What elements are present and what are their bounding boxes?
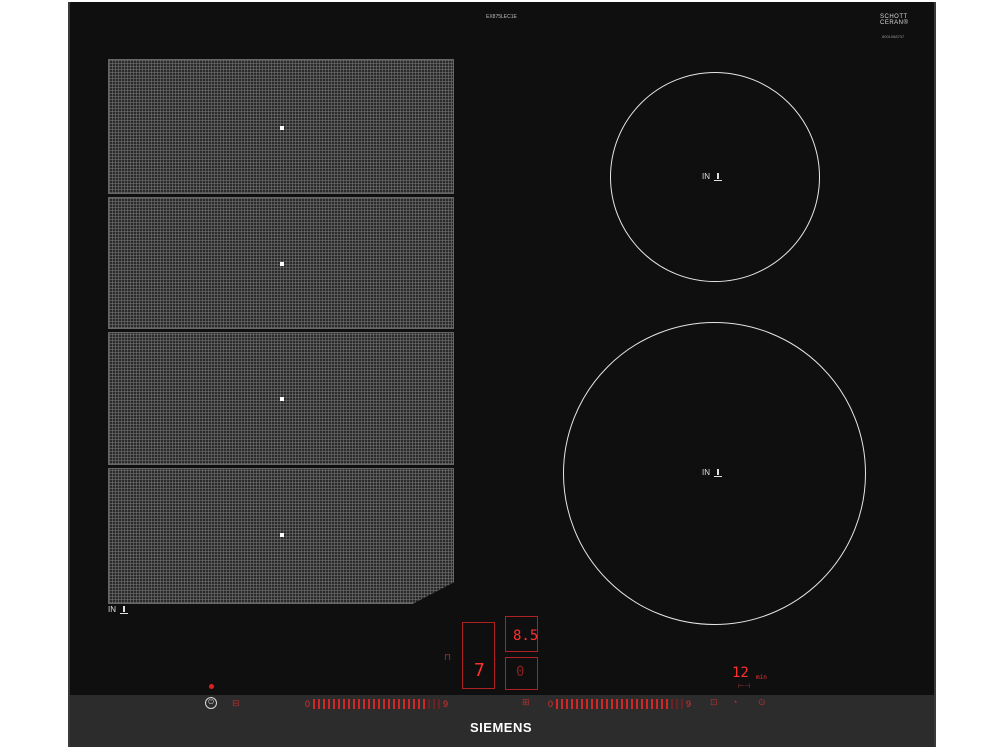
slider-segment[interactable] <box>681 699 684 709</box>
timer-icon[interactable]: ⊢⊣ <box>738 682 750 690</box>
flex-mode-icon[interactable]: ⊞ <box>522 697 530 708</box>
slider-segment[interactable] <box>671 699 674 709</box>
slider-max-label: 9 <box>443 699 449 709</box>
in-text: IN <box>702 468 710 477</box>
brand-logo: SIEMENS <box>470 720 533 735</box>
slider-segment[interactable] <box>641 699 644 709</box>
slider-segment[interactable] <box>313 699 316 709</box>
slider-segment[interactable] <box>328 699 331 709</box>
badge-serial: 8001068737 <box>882 34 905 39</box>
right-power-slider[interactable]: 0 9 <box>548 699 691 709</box>
slider-segment[interactable] <box>591 699 594 709</box>
zone-marker <box>280 533 284 537</box>
zone-marker <box>280 262 284 266</box>
boost-value: 8.5 <box>513 628 539 644</box>
slider-segment[interactable] <box>333 699 336 709</box>
slider-segment[interactable] <box>626 699 629 709</box>
settings-icon[interactable]: ⊟ <box>232 698 240 709</box>
slider-segment[interactable] <box>358 699 361 709</box>
slider-max-label: 9 <box>686 699 692 709</box>
zone-marker <box>280 397 284 401</box>
timer-value: 12 <box>732 665 749 681</box>
left-power-slider[interactable]: 0 9 <box>305 699 448 709</box>
slider-segment[interactable] <box>651 699 654 709</box>
slider-segment[interactable] <box>596 699 599 709</box>
slider-segment[interactable] <box>571 699 574 709</box>
slider-min-label: 0 <box>548 699 554 709</box>
zone-marker <box>280 126 284 130</box>
pan-icon <box>120 605 128 614</box>
slider-segment[interactable] <box>423 699 426 709</box>
slider-segment[interactable] <box>428 699 431 709</box>
power-level-value: 7 <box>474 660 485 681</box>
slider-segment[interactable] <box>556 699 559 709</box>
in-text: IN <box>108 605 116 614</box>
slider-segment[interactable] <box>611 699 614 709</box>
slider-segment[interactable] <box>666 699 669 709</box>
flex-zone-4 <box>108 468 454 604</box>
slider-segment[interactable] <box>606 699 609 709</box>
round-zone-small-label: IN <box>702 172 722 181</box>
slider-segment[interactable] <box>566 699 569 709</box>
pan-icon <box>714 468 722 477</box>
slider-segment[interactable] <box>621 699 624 709</box>
flex-zone-3 <box>108 332 454 465</box>
slider-segment[interactable] <box>576 699 579 709</box>
flex-zone-2 <box>108 197 454 329</box>
round-zone-large-label: IN <box>702 468 722 477</box>
cooking-sensor-icon[interactable]: ⊡ <box>710 697 718 708</box>
slider-segment[interactable] <box>353 699 356 709</box>
slider-segment[interactable] <box>343 699 346 709</box>
slider-segment[interactable] <box>561 699 564 709</box>
slider-segment[interactable] <box>656 699 659 709</box>
model-number: EX875LEC1E <box>486 14 517 20</box>
schott-ceran-badge: SCHOTT CERAN® <box>880 14 908 26</box>
power-icon: ⏻ <box>208 699 214 706</box>
slider-segment[interactable] <box>418 699 421 709</box>
slider-segment[interactable] <box>383 699 386 709</box>
boost-button-icon[interactable]: ⊙ <box>758 697 766 708</box>
slider-segment[interactable] <box>398 699 401 709</box>
lock-icon[interactable]: ⊓ <box>444 652 451 663</box>
slider-segment[interactable] <box>631 699 634 709</box>
slider-segment[interactable] <box>601 699 604 709</box>
slider-segment[interactable] <box>636 699 639 709</box>
in-text: IN <box>702 172 710 181</box>
slider-segment[interactable] <box>363 699 366 709</box>
slider-segment[interactable] <box>323 699 326 709</box>
secondary-level-value: 0 <box>516 664 525 680</box>
slider-segment[interactable] <box>581 699 584 709</box>
badge-line2: CERAN® <box>880 20 909 26</box>
slider-segment[interactable] <box>403 699 406 709</box>
slider-segment[interactable] <box>338 699 341 709</box>
slider-segment[interactable] <box>318 699 321 709</box>
slider-segment[interactable] <box>388 699 391 709</box>
slider-segment[interactable] <box>368 699 371 709</box>
slider-segment[interactable] <box>646 699 649 709</box>
slider-segment[interactable] <box>378 699 381 709</box>
flex-zone-induction-label: IN <box>108 605 128 614</box>
slider-segment[interactable] <box>438 699 441 709</box>
slider-segment[interactable] <box>413 699 416 709</box>
timer-unit: min <box>756 674 767 681</box>
slider-segment[interactable] <box>433 699 436 709</box>
slider-min-label: 0 <box>305 699 311 709</box>
slider-segment[interactable] <box>348 699 351 709</box>
timer-button-icon[interactable]: ◔ <box>732 697 737 707</box>
slider-segment[interactable] <box>373 699 376 709</box>
slider-segment[interactable] <box>661 699 664 709</box>
power-indicator-led <box>209 684 214 689</box>
power-button[interactable]: ⏻ <box>205 697 217 709</box>
slider-segment[interactable] <box>616 699 619 709</box>
flex-zone-1 <box>108 59 454 194</box>
pan-icon <box>714 172 722 181</box>
slider-segment[interactable] <box>393 699 396 709</box>
slider-segment[interactable] <box>676 699 679 709</box>
slider-segment[interactable] <box>408 699 411 709</box>
slider-segment[interactable] <box>586 699 589 709</box>
